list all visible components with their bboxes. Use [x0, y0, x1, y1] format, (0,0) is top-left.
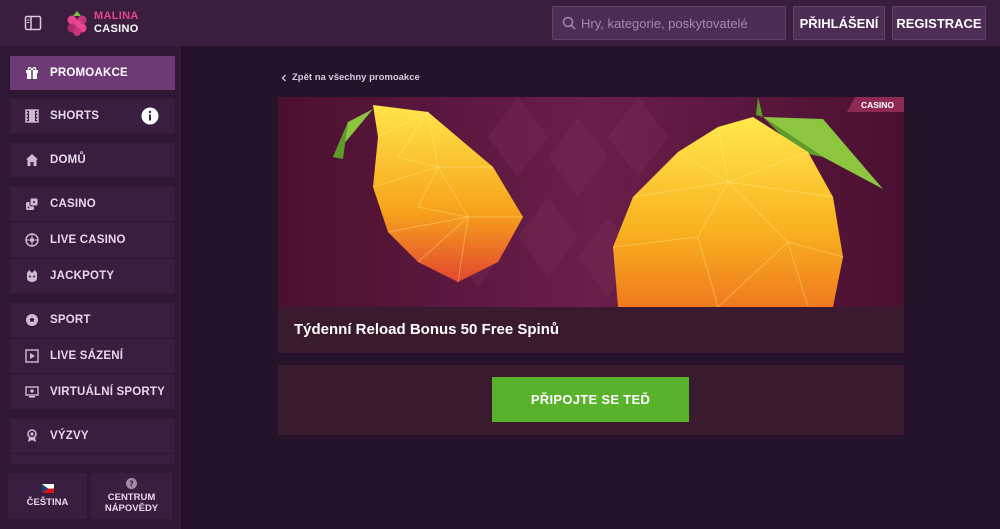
- sidebar-item-live-casino[interactable]: LIVE CASINO: [10, 223, 175, 257]
- join-now-button[interactable]: PŘIPOJTE SE TEĎ: [492, 377, 689, 422]
- logo-line2: CASINO: [94, 23, 139, 35]
- back-link-label: Zpět na všechny promoakce: [292, 72, 420, 83]
- search-input[interactable]: [581, 7, 781, 39]
- sidebar-item-label: VÝZVY: [50, 430, 89, 442]
- info-icon[interactable]: [141, 107, 159, 125]
- monitor-icon: [24, 384, 40, 400]
- sidebar-item-label: PROMOAKCE: [50, 67, 128, 79]
- malina-casino-logo[interactable]: MALINA CASINO: [64, 9, 154, 37]
- sidebar-item-domu[interactable]: DOMŮ: [10, 143, 175, 177]
- sidebar-item-promoakce[interactable]: PROMOAKCE: [10, 56, 175, 90]
- sidebar: PROMOAKCE SHORTS DOMŮ CASINO LIVE CASINO…: [0, 46, 180, 529]
- sidebar-item-label: SPORT: [50, 314, 91, 326]
- sidebar-item-label: LIVE SÁZENÍ: [50, 350, 124, 362]
- sidebar-item-label: VIRTUÁLNÍ SPORTY: [50, 386, 166, 398]
- sidebar-item-label: SHORTS: [50, 110, 100, 122]
- chevron-left-icon: [281, 74, 286, 81]
- help-center-button[interactable]: ? CENTRUM NÁPOVĚDY: [91, 473, 172, 519]
- category-badge: CASINO: [846, 97, 904, 112]
- help-label-line1: CENTRUM: [107, 492, 156, 503]
- sidebar-item-live-sazeni[interactable]: LIVE SÁZENÍ: [10, 339, 175, 373]
- search-box[interactable]: [552, 6, 786, 40]
- question-icon: ?: [126, 478, 137, 489]
- sidebar-item-shorts[interactable]: SHORTS: [10, 99, 175, 133]
- login-button[interactable]: PŘIHLÁŠENÍ: [793, 6, 885, 40]
- sidebar-item-sport[interactable]: SPORT: [10, 303, 175, 337]
- live-play-icon: [24, 348, 40, 364]
- top-bar: MALINA CASINO PŘIHLÁŠENÍ REGISTRACE: [0, 0, 1000, 46]
- raspberry-logo-icon: [67, 11, 87, 36]
- cta-panel: PŘIPOJTE SE TEĎ: [278, 365, 904, 435]
- svg-text:?: ?: [129, 479, 134, 488]
- promo-banner-image: CASINO: [278, 97, 904, 307]
- help-label-line2: NÁPOVĚDY: [104, 503, 159, 514]
- sidebar-item-vyzvy[interactable]: VÝZVY: [10, 419, 175, 453]
- sidebar-item-label: CASINO: [50, 198, 96, 210]
- sidebar-item-label: DOMŮ: [50, 154, 86, 166]
- roulette-icon: [24, 232, 40, 248]
- soccer-ball-icon: [24, 312, 40, 328]
- register-button[interactable]: REGISTRACE: [892, 6, 986, 40]
- medal-icon: [24, 428, 40, 444]
- search-icon: [562, 16, 576, 30]
- film-icon: [24, 108, 40, 124]
- promo-title: Týdenní Reload Bonus 50 Free Spinů: [294, 321, 560, 338]
- sidebar-toggle-icon[interactable]: [24, 14, 42, 32]
- back-to-promotions-link[interactable]: Zpět na všechny promoakce: [280, 72, 420, 83]
- gift-icon: [24, 65, 40, 81]
- czech-flag-icon: [41, 484, 54, 493]
- logo-line1: MALINA: [94, 10, 139, 22]
- sidebar-next-item-partial: [10, 454, 175, 464]
- jackpot-icon: [24, 268, 40, 284]
- sidebar-item-label: LIVE CASINO: [50, 234, 126, 246]
- sidebar-item-casino[interactable]: CASINO: [10, 187, 175, 221]
- sidebar-item-virtualni-sporty[interactable]: VIRTUÁLNÍ SPORTY: [10, 375, 175, 409]
- home-icon: [24, 152, 40, 168]
- language-label: ČEŠTINA: [26, 497, 69, 508]
- promo-card: CASINO Týdenní Reload Bonus 50 Free Spin…: [278, 97, 904, 353]
- sidebar-item-label: JACKPOTY: [50, 270, 115, 282]
- sidebar-item-jackpoty[interactable]: JACKPOTY: [10, 259, 175, 293]
- dice-icon: [24, 196, 40, 212]
- language-button[interactable]: ČEŠTINA: [8, 473, 87, 519]
